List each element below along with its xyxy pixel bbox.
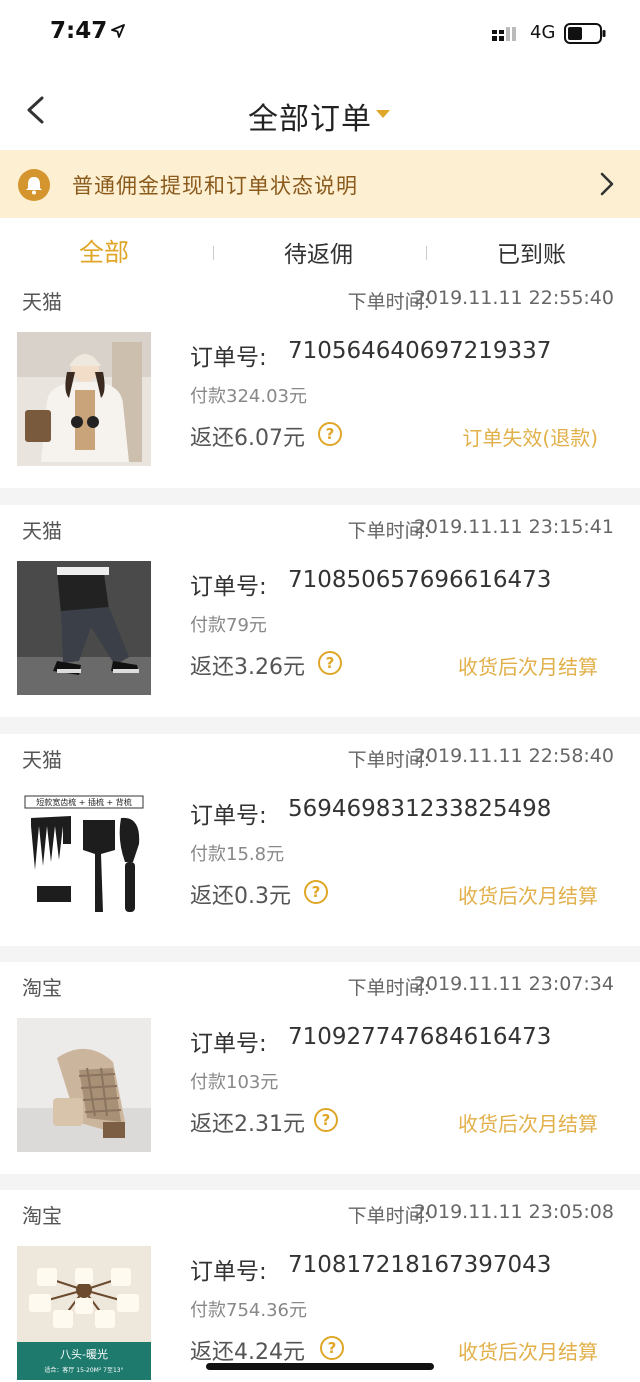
signal-icon	[492, 27, 516, 41]
order-status: 收货后次月结算	[458, 884, 598, 908]
order-number: 710850657696616473	[288, 567, 552, 593]
location-arrow-icon	[111, 24, 125, 38]
nav-bar: 全部订单	[0, 70, 640, 150]
shop-name: 淘宝	[22, 1204, 62, 1228]
order-number: 569469831233825498	[288, 796, 552, 822]
order-time: 2019.11.11 23:07:34	[413, 973, 614, 995]
order-time: 2019.11.11 22:55:40	[413, 287, 614, 309]
tab-divider	[426, 246, 427, 260]
shop-name: 天猫	[22, 748, 62, 772]
order-status: 收货后次月结算	[458, 1340, 598, 1364]
notice-text: 普通佣金提现和订单状态说明	[72, 174, 358, 198]
product-image[interactable]	[17, 561, 151, 695]
payment-amount: 付款103元	[190, 1072, 279, 1093]
help-icon[interactable]: ?	[318, 651, 342, 675]
tab-credited[interactable]: 已到账	[497, 235, 566, 269]
help-icon[interactable]: ?	[314, 1108, 338, 1132]
lamp-caption-title: 八头-暖光	[60, 1347, 108, 1361]
help-icon[interactable]: ?	[320, 1336, 344, 1360]
payment-amount: 付款754.36元	[190, 1300, 307, 1321]
comb-caption: 短款宽齿梳 + 插梳 + 背梳	[36, 797, 132, 807]
rebate-amount: 返还4.24元	[190, 1340, 305, 1365]
order-number: 710564640697219337	[288, 338, 552, 364]
bell-icon	[18, 169, 50, 201]
network-label: 4G	[530, 22, 556, 43]
order-card[interactable]: 天猫 下单时间: 2019.11.11 22:58:40 短款宽齿梳 + 插梳 …	[0, 734, 640, 946]
shop-name: 天猫	[22, 290, 62, 314]
tab-all[interactable]: 全部	[79, 233, 129, 269]
product-image[interactable]: 短款宽齿梳 + 插梳 + 背梳	[17, 790, 151, 924]
product-image[interactable]	[17, 1018, 151, 1152]
order-card[interactable]: 淘宝 下单时间: 2019.11.11 23:07:34 订单号: 710927…	[0, 962, 640, 1174]
order-number: 710927747684616473	[288, 1024, 552, 1050]
rebate-amount: 返还3.26元	[190, 655, 305, 680]
chevron-right-icon	[600, 172, 614, 196]
back-icon[interactable]	[24, 95, 48, 125]
order-card[interactable]: 淘宝 下单时间: 2019.11.11 23:05:08 八头-暖光 适合：客厅…	[0, 1190, 640, 1382]
order-status: 收货后次月结算	[458, 1112, 598, 1136]
order-status: 收货后次月结算	[458, 655, 598, 679]
order-card[interactable]: 天猫 下单时间: 2019.11.11 23:15:41 订单号: 710850…	[0, 505, 640, 717]
help-icon[interactable]: ?	[304, 880, 328, 904]
status-bar: 7:47 4G	[0, 0, 640, 70]
notice-bar[interactable]: 普通佣金提现和订单状态说明	[0, 150, 640, 218]
order-number-label: 订单号:	[190, 1259, 267, 1285]
caret-down-icon[interactable]	[376, 110, 390, 118]
rebate-amount: 返还6.07元	[190, 426, 305, 451]
order-number: 710817218167397043	[288, 1252, 552, 1278]
order-time: 2019.11.11 22:58:40	[413, 745, 614, 767]
status-time: 7:47	[50, 18, 108, 44]
product-image[interactable]: 八头-暖光 适合：客厅 15-20M² 7至13°	[17, 1246, 151, 1380]
shop-name: 天猫	[22, 519, 62, 543]
payment-amount: 付款324.03元	[190, 386, 307, 407]
order-card[interactable]: 天猫 下单时间: 2019.11.11 22:55:40 订单号: 710564…	[0, 276, 640, 488]
lamp-caption-sub: 适合：客厅 15-20M² 7至13°	[44, 1366, 123, 1374]
help-icon[interactable]: ?	[318, 422, 342, 446]
payment-amount: 付款15.8元	[190, 844, 285, 865]
order-number-label: 订单号:	[190, 1031, 267, 1057]
product-image[interactable]	[17, 332, 151, 466]
rebate-amount: 返还2.31元	[190, 1112, 305, 1137]
order-time: 2019.11.11 23:15:41	[413, 516, 614, 538]
shop-name: 淘宝	[22, 976, 62, 1000]
home-indicator	[206, 1363, 434, 1370]
battery-icon	[564, 23, 606, 44]
tab-pending-rebate[interactable]: 待返佣	[284, 235, 353, 269]
payment-amount: 付款79元	[190, 615, 267, 636]
order-number-label: 订单号:	[190, 803, 267, 829]
order-time: 2019.11.11 23:05:08	[413, 1201, 614, 1223]
tab-divider	[213, 246, 214, 260]
rebate-amount: 返还0.3元	[190, 884, 291, 909]
order-number-label: 订单号:	[190, 574, 267, 600]
order-status: 订单失效(退款)	[462, 426, 598, 450]
page-title[interactable]: 全部订单	[248, 94, 372, 138]
order-number-label: 订单号:	[190, 345, 267, 371]
